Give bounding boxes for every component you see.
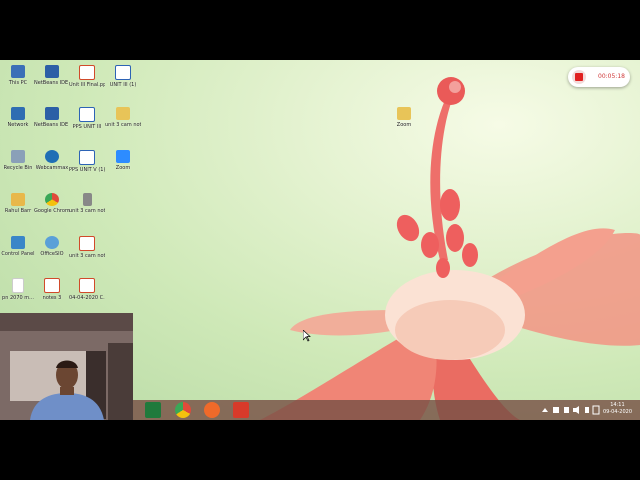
taskbar-clock[interactable]: 14:11 09-04-2020 bbox=[603, 402, 632, 416]
clock-date: 09-04-2020 bbox=[602, 409, 632, 415]
powerpoint-file-icon bbox=[79, 236, 95, 251]
desktop-icon[interactable]: Network bbox=[0, 107, 36, 128]
desktop-icon[interactable]: Control Panel bbox=[0, 236, 36, 257]
desktop-icon[interactable]: pn 2070 m... bbox=[0, 278, 36, 301]
desktop-icon-label: notes 3 bbox=[42, 295, 62, 301]
desktop-icon-label: Control Panel bbox=[1, 251, 35, 257]
desktop-icon-label: Unit III Final.ppt.pptx bbox=[69, 82, 105, 88]
desktop-icon-label: Zoom bbox=[115, 165, 131, 171]
webcam-overlay bbox=[0, 313, 133, 420]
desktop-icon-label: 04-04-2020 C... Information bbox=[69, 295, 105, 301]
chrome-icon bbox=[45, 193, 59, 206]
folder-icon bbox=[116, 107, 130, 120]
file-icon bbox=[82, 193, 92, 206]
webcammax-icon bbox=[45, 150, 59, 163]
desktop-icon[interactable]: Rahul Barr bbox=[0, 193, 36, 214]
desktop-icon-label: UNIT III (1) bbox=[109, 82, 137, 88]
desktop-icon[interactable]: Zoom bbox=[105, 150, 141, 171]
excel-icon[interactable] bbox=[145, 402, 161, 418]
desktop-icon[interactable]: Zoom bbox=[386, 107, 422, 128]
desktop-icon[interactable]: NetBeans IDE 8.2 bbox=[34, 107, 70, 128]
netbeans-icon bbox=[45, 65, 59, 78]
network-icon bbox=[11, 107, 25, 120]
desktop-icon-label: Network bbox=[7, 122, 29, 128]
desktop-icon[interactable]: 04-04-2020 C... Information bbox=[69, 278, 105, 301]
desktop-icon-label: Google Chrome bbox=[34, 208, 70, 214]
desktop-icon[interactable]: NetBeans IDE 8.2 bbox=[34, 65, 70, 86]
desktop-icon-label: Webcammax bbox=[35, 165, 69, 171]
word-file-icon bbox=[79, 107, 95, 122]
desktop-icon[interactable]: notes 3 bbox=[34, 278, 70, 301]
zoom-icon bbox=[116, 150, 130, 163]
desktop-icon[interactable]: UNIT III (1) bbox=[105, 65, 141, 88]
desktop-icon-label: NetBeans IDE 8.2 bbox=[34, 80, 70, 86]
control-panel-icon bbox=[11, 236, 25, 249]
word-file-icon bbox=[79, 150, 95, 165]
desktop-icon-label: unit 3 cam notes bbox=[69, 253, 105, 259]
desktop-icon[interactable]: Recycle Bin bbox=[0, 150, 36, 171]
desktop-icon-label: pn 2070 m... bbox=[2, 295, 34, 301]
folder-icon bbox=[397, 107, 411, 120]
netbeans-icon bbox=[45, 107, 59, 120]
desktop-icon[interactable]: Google Chrome bbox=[34, 193, 70, 214]
desktop-icon-label: Rahul Barr bbox=[4, 208, 32, 214]
desktop-icon-label: Zoom bbox=[396, 122, 412, 128]
desktop-icon-label: unit 3 cam notes (II) bbox=[69, 208, 105, 214]
stop-recording-button[interactable] bbox=[572, 70, 586, 84]
system-tray bbox=[542, 405, 600, 415]
desktop-icon[interactable]: This PC bbox=[0, 65, 36, 86]
app-icon[interactable] bbox=[233, 402, 249, 418]
powerpoint-file-icon bbox=[44, 278, 60, 293]
clock-time: 14:11 bbox=[610, 402, 625, 408]
this-pc-icon bbox=[11, 65, 25, 78]
office-icon bbox=[45, 236, 59, 249]
desktop-icon[interactable]: unit 3 cam notes bbox=[69, 236, 105, 259]
webcam-feed bbox=[0, 313, 133, 420]
desktop-icon-label: PPS UNIT V (1) bbox=[69, 167, 105, 173]
desktop-screen: This PC NetBeans IDE 8.2 Unit III Final.… bbox=[0, 60, 640, 420]
blank-file-icon bbox=[12, 278, 24, 293]
recycle-bin-icon bbox=[11, 150, 25, 163]
recording-widget: 00:05:18 bbox=[568, 67, 630, 87]
chrome-icon[interactable] bbox=[175, 402, 191, 418]
desktop-icon[interactable]: PPS UNIT V (1) bbox=[69, 150, 105, 173]
desktop-icon[interactable]: PPS UNIT III bbox=[69, 107, 105, 130]
desktop-icon[interactable]: Webcammax bbox=[34, 150, 70, 171]
powerpoint-file-icon bbox=[79, 278, 95, 293]
desktop-icon-label: NetBeans IDE 8.2 bbox=[34, 122, 70, 128]
word-file-icon bbox=[115, 65, 131, 80]
desktop-icon-label: unit 3 cam notes bbox=[105, 122, 141, 128]
taskbar: 14:11 09-04-2020 bbox=[133, 400, 640, 420]
user-folder-icon bbox=[11, 193, 25, 206]
recording-timer: 00:05:18 bbox=[598, 73, 625, 80]
desktop-icon[interactable]: unit 3 cam notes bbox=[105, 107, 141, 128]
desktop-icon[interactable]: unit 3 cam notes (II) bbox=[69, 193, 105, 214]
powerpoint-file-icon bbox=[79, 65, 95, 80]
desktop-icon-label: This PC bbox=[8, 80, 28, 86]
mouse-cursor-icon bbox=[303, 330, 311, 342]
desktop-icon-label: OfficeSIO bbox=[40, 251, 64, 257]
desktop-icon[interactable]: Unit III Final.ppt.pptx bbox=[69, 65, 105, 88]
recorder-icon[interactable] bbox=[204, 402, 220, 418]
desktop-icon[interactable]: OfficeSIO bbox=[34, 236, 70, 257]
desktop-icon-label: PPS UNIT III bbox=[72, 124, 102, 130]
stop-icon bbox=[575, 73, 583, 81]
desktop-icon-label: Recycle Bin bbox=[3, 165, 33, 171]
